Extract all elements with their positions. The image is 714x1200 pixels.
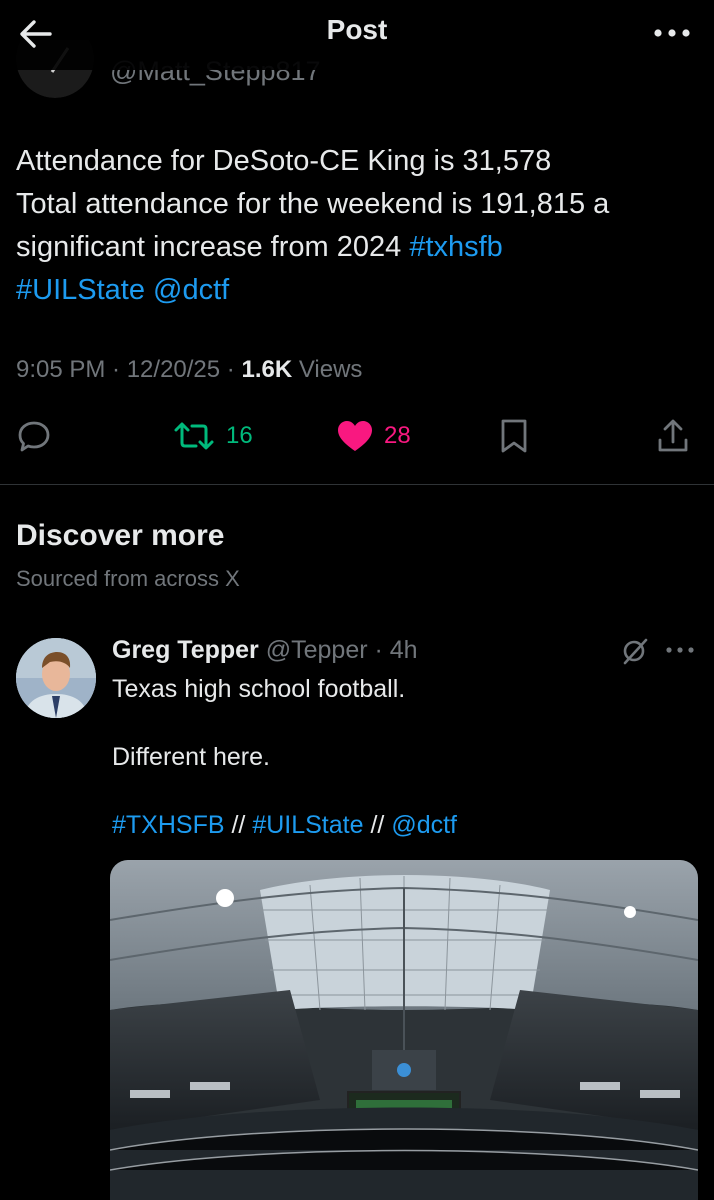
repost-button[interactable]: 16: [172, 418, 253, 454]
share-icon: [658, 419, 688, 452]
share-button[interactable]: [656, 418, 690, 454]
post-text: Attendance for DeSoto-CE King is 31,578 …: [16, 140, 696, 312]
like-count: 28: [384, 422, 411, 449]
post-meta: 9:05 PM · 12/20/25 · 1.6K Views: [16, 356, 362, 384]
post-link[interactable]: @dctf: [153, 274, 229, 306]
more-horizontal-icon: [666, 647, 694, 653]
repost-icon: [174, 422, 214, 450]
post-text-span: [145, 274, 153, 306]
grok-icon: [623, 638, 648, 665]
reply-icon: [18, 421, 50, 452]
post2-text: Texas high school football. Different he…: [112, 672, 702, 842]
post2-author-name[interactable]: Greg Tepper: [112, 636, 259, 664]
post2-link[interactable]: #UILState: [252, 811, 363, 839]
post-link[interactable]: #UILState: [16, 274, 145, 306]
more-options-button[interactable]: [652, 22, 692, 44]
page-title: Post: [326, 14, 388, 45]
like-button[interactable]: 28: [336, 418, 411, 454]
bookmark-icon: [501, 419, 527, 453]
bookmark-button[interactable]: [500, 418, 528, 454]
post2-author[interactable]: Greg Tepper @Tepper · 4h: [112, 636, 418, 665]
section-divider: [0, 484, 714, 485]
heart-icon: [338, 421, 372, 451]
views-label: Views: [292, 356, 363, 383]
post2-handle-time[interactable]: @Tepper · 4h: [259, 636, 418, 664]
post2-text-span: Texas high school football. Different he…: [112, 675, 406, 771]
avatar[interactable]: [16, 638, 96, 718]
post2-more-button[interactable]: [664, 640, 696, 660]
repost-count: 16: [226, 422, 253, 449]
post2-link[interactable]: @dctf: [391, 811, 457, 839]
more-horizontal-icon: [654, 29, 690, 37]
post-link[interactable]: #txhsfb: [409, 231, 503, 263]
post2-media-image[interactable]: [110, 860, 698, 1200]
top-bar: Post: [0, 0, 714, 70]
reply-button[interactable]: [16, 418, 52, 454]
post2-text-span: //: [224, 811, 253, 839]
post2-text-span: //: [363, 811, 392, 839]
discover-subtitle: Sourced from across X: [16, 566, 240, 591]
grok-button[interactable]: [620, 636, 650, 666]
views-count: 1.6K: [241, 356, 293, 383]
discover-title: Discover more: [16, 519, 225, 552]
post-text-span: Attendance for DeSoto-CE King is 31,578 …: [16, 145, 610, 263]
post-timestamp[interactable]: 9:05 PM · 12/20/25 ·: [16, 356, 241, 383]
post2-link[interactable]: #TXHSFB: [112, 811, 225, 839]
